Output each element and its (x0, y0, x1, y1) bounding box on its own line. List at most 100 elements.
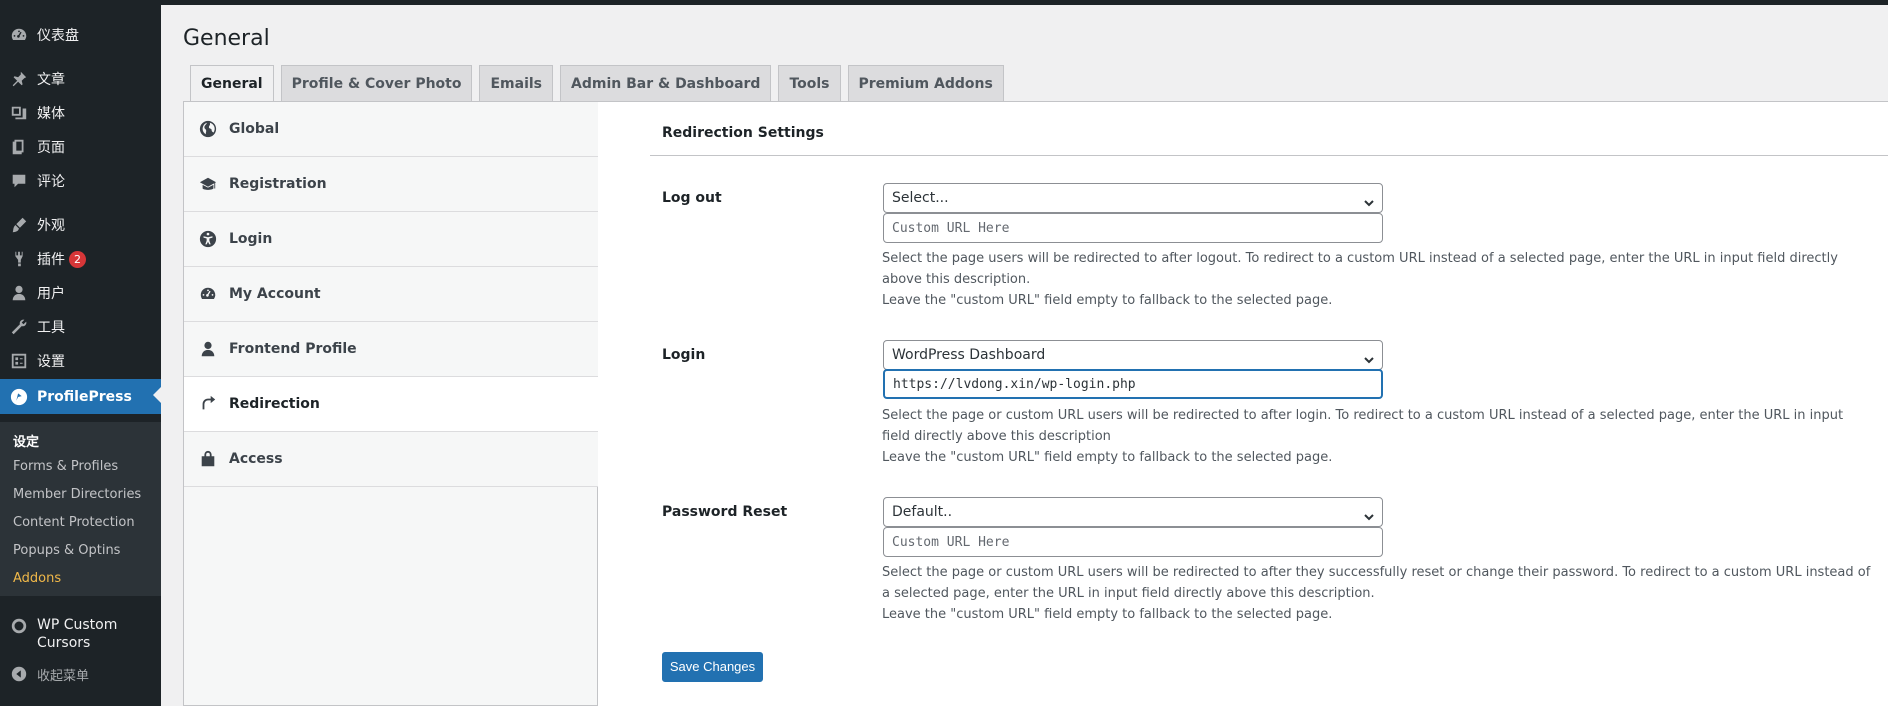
password-reset-label: Password Reset (662, 504, 788, 520)
login-page-select[interactable]: WordPress Dashboard (883, 340, 1383, 370)
submenu-item-member-directories[interactable]: Member Directories (13, 487, 141, 502)
sidebar-item-label: 文章 (37, 72, 65, 88)
wrench-icon (10, 318, 28, 336)
password-reset-description-main: Select the page or custom URL users will… (882, 565, 1871, 601)
sidebar-item-label: 插件 (37, 252, 65, 268)
nav-item-access[interactable]: Access (184, 432, 598, 487)
sidebar-item-plugins[interactable]: 插件 2 (0, 243, 161, 275)
graduation-cap-icon (199, 175, 217, 193)
login-description: Select the page or custom URL users will… (882, 405, 1872, 468)
chevron-down-icon (1362, 349, 1376, 364)
sidebar-item-media[interactable]: 媒体 (0, 97, 161, 129)
sidebar-item-label: 评论 (37, 174, 65, 190)
settings-icon (10, 352, 28, 370)
sidebar-item-label: WP Custom Cursors (37, 617, 118, 651)
nav-item-login[interactable]: Login (184, 212, 598, 267)
sidebar-item-settings[interactable]: 设置 (0, 345, 161, 377)
password-reset-custom-url-input[interactable] (883, 527, 1383, 557)
profilepress-submenu: 设定 Forms & Profiles Member Directories C… (0, 422, 161, 596)
nav-item-my-account[interactable]: My Account (184, 267, 598, 322)
submenu-item-popups-optins[interactable]: Popups & Optins (13, 543, 120, 558)
submenu-item-addons[interactable]: Addons (13, 571, 61, 586)
sidebar-item-wp-custom-cursors[interactable]: WP Custom Cursors (0, 614, 161, 656)
tab-admin-bar-dashboard[interactable]: Admin Bar & Dashboard (560, 65, 772, 102)
sidebar-item-label: 用户 (37, 286, 65, 302)
nav-item-label: Registration (229, 176, 327, 192)
person-icon (199, 340, 217, 358)
sidebar-item-comments[interactable]: 评论 (0, 165, 161, 197)
sidebar-item-label: 外观 (37, 218, 65, 234)
logout-description: Select the page users will be redirected… (882, 248, 1872, 311)
logout-description-main: Select the page users will be redirected… (882, 251, 1838, 287)
brush-icon (10, 216, 28, 234)
tab-premium-addons[interactable]: Premium Addons (847, 65, 1004, 102)
sidebar-item-dashboard[interactable]: 仪表盘 (0, 19, 161, 51)
password-reset-description-fallback: Leave the "custom URL" field empty to fa… (882, 607, 1333, 622)
admin-sidebar: 仪表盘 文章 媒体 页面 评论 外观 插件 2 用户 工具 设置 Profile… (0, 5, 161, 706)
tab-profile-cover-photo[interactable]: Profile & Cover Photo (280, 65, 473, 102)
submenu-item-forms-profiles[interactable]: Forms & Profiles (13, 459, 118, 474)
redo-arrow-icon (199, 395, 217, 413)
password-reset-description: Select the page or custom URL users will… (882, 562, 1872, 625)
section-title: Redirection Settings (662, 125, 824, 141)
sidebar-item-tools[interactable]: 工具 (0, 311, 161, 343)
logout-description-fallback: Leave the "custom URL" field empty to fa… (882, 293, 1333, 308)
tab-tools[interactable]: Tools (778, 65, 841, 102)
sidebar-item-pages[interactable]: 页面 (0, 131, 161, 163)
nav-item-redirection[interactable]: Redirection (184, 377, 599, 432)
admin-top-bar (0, 0, 1888, 5)
sidebar-item-label: 页面 (37, 140, 65, 156)
sidebar-item-label: 设置 (37, 354, 65, 370)
media-icon (10, 104, 28, 122)
sidebar-item-appearance[interactable]: 外观 (0, 209, 161, 241)
login-description-fallback: Leave the "custom URL" field empty to fa… (882, 450, 1333, 465)
sidebar-item-profilepress[interactable]: ProfilePress (0, 379, 161, 414)
globe-icon (199, 120, 217, 138)
settings-tabs: General Profile & Cover Photo Emails Adm… (190, 65, 1011, 103)
sidebar-item-label: 收起菜单 (37, 668, 90, 684)
chevron-down-icon (1362, 506, 1376, 521)
save-changes-button[interactable]: Save Changes (662, 652, 763, 682)
logout-custom-url-input[interactable] (883, 213, 1383, 243)
nav-item-label: Access (229, 451, 283, 467)
nav-item-label: Login (229, 231, 273, 247)
nav-item-label: My Account (229, 286, 321, 302)
nav-item-registration[interactable]: Registration (184, 157, 598, 212)
store-icon (199, 450, 217, 468)
nav-item-label: Redirection (229, 396, 320, 412)
login-description-main: Select the page or custom URL users will… (882, 408, 1844, 444)
collapse-icon (10, 665, 28, 683)
nav-item-label: Global (229, 121, 280, 137)
pages-icon (10, 138, 28, 156)
comment-icon (10, 172, 28, 190)
circle-icon (10, 617, 28, 635)
logout-page-select[interactable]: Select... (883, 183, 1383, 213)
nav-item-frontend-profile[interactable]: Frontend Profile (184, 322, 598, 377)
sidebar-item-users[interactable]: 用户 (0, 277, 161, 309)
tab-general[interactable]: General (190, 65, 274, 103)
logout-label: Log out (662, 190, 722, 206)
page-title: General (183, 26, 270, 51)
password-reset-page-select[interactable]: Default.. (883, 497, 1383, 527)
sidebar-item-posts[interactable]: 文章 (0, 63, 161, 95)
login-label: Login (662, 347, 706, 363)
select-value: Default.. (892, 504, 953, 520)
sidebar-item-label: 工具 (37, 320, 65, 336)
sidebar-item-label: 媒体 (37, 106, 65, 122)
dashboard-gauge-icon (199, 285, 217, 303)
submenu-item-content-protection[interactable]: Content Protection (13, 515, 135, 530)
collapse-menu-button[interactable]: 收起菜单 (0, 658, 161, 690)
nav-item-global[interactable]: Global (184, 102, 598, 157)
user-icon (10, 284, 28, 302)
sidebar-item-label: ProfilePress (37, 388, 132, 405)
login-custom-url-input[interactable] (883, 369, 1383, 399)
nav-item-label: Frontend Profile (229, 341, 357, 357)
select-value: Select... (892, 190, 949, 206)
submenu-item-settings[interactable]: 设定 (13, 431, 39, 450)
chevron-down-icon (1362, 192, 1376, 207)
dashboard-icon (10, 26, 28, 44)
tab-emails[interactable]: Emails (479, 65, 553, 102)
plugin-icon (10, 250, 28, 268)
section-divider (650, 155, 1888, 156)
sidebar-item-label: 仪表盘 (37, 28, 79, 44)
